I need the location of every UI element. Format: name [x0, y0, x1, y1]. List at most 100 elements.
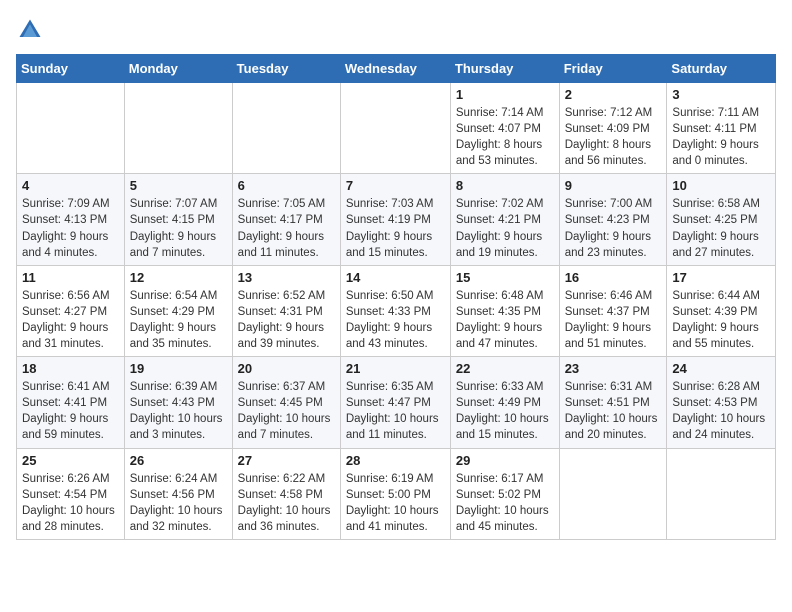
- day-number: 3: [672, 87, 770, 102]
- calendar-cell: 14Sunrise: 6:50 AM Sunset: 4:33 PM Dayli…: [340, 265, 450, 356]
- day-info: Sunrise: 6:31 AM Sunset: 4:51 PM Dayligh…: [565, 379, 662, 443]
- day-number: 29: [456, 453, 554, 468]
- day-info: Sunrise: 7:07 AM Sunset: 4:15 PM Dayligh…: [130, 196, 227, 260]
- calendar-cell: 15Sunrise: 6:48 AM Sunset: 4:35 PM Dayli…: [450, 265, 559, 356]
- calendar-cell: 22 Sunrise: 6:33 AM Sunset: 4:49 PM Dayli…: [450, 357, 559, 448]
- day-info: Sunrise: 6:26 AM Sunset: 4:54 PM Dayligh…: [22, 471, 119, 535]
- day-info: Sunrise: 6:19 AM Sunset: 5:00 PM Dayligh…: [346, 471, 445, 535]
- calendar-cell: 10Sunrise: 6:58 AM Sunset: 4:25 PM Dayli…: [667, 174, 776, 265]
- day-info: Sunrise: 6:46 AM Sunset: 4:37 PM Dayligh…: [565, 288, 662, 352]
- calendar-cell: 29 Sunrise: 6:17 AM Sunset: 5:02 PM Dayli…: [450, 448, 559, 539]
- day-number: 9: [565, 178, 662, 193]
- day-number: 24: [672, 361, 770, 376]
- day-number: 18: [22, 361, 119, 376]
- day-info: Sunrise: 6:48 AM Sunset: 4:35 PM Dayligh…: [456, 288, 554, 352]
- day-number: 2: [565, 87, 662, 102]
- calendar-cell: 5 Sunrise: 7:07 AM Sunset: 4:15 PM Daylig…: [124, 174, 232, 265]
- calendar-cell: 7 Sunrise: 7:03 AM Sunset: 4:19 PM Daylig…: [340, 174, 450, 265]
- day-info: Sunrise: 6:39 AM Sunset: 4:43 PM Dayligh…: [130, 379, 227, 443]
- calendar-cell: 13 Sunrise: 6:52 AM Sunset: 4:31 PM Dayli…: [232, 265, 340, 356]
- calendar-cell: 26 Sunrise: 6:24 AM Sunset: 4:56 PM Dayli…: [124, 448, 232, 539]
- day-number: 13: [238, 270, 335, 285]
- calendar-cell: 16 Sunrise: 6:46 AM Sunset: 4:37 PM Dayli…: [559, 265, 667, 356]
- calendar-cell: 20Sunrise: 6:37 AM Sunset: 4:45 PM Dayli…: [232, 357, 340, 448]
- calendar-cell: 9 Sunrise: 7:00 AM Sunset: 4:23 PM Daylig…: [559, 174, 667, 265]
- day-info: Sunrise: 7:11 AM Sunset: 4:11 PM Dayligh…: [672, 105, 770, 169]
- weekday-header-row: SundayMondayTuesdayWednesdayThursdayFrid…: [17, 55, 776, 83]
- day-number: 19: [130, 361, 227, 376]
- weekday-header-sunday: Sunday: [17, 55, 125, 83]
- day-info: Sunrise: 6:41 AM Sunset: 4:41 PM Dayligh…: [22, 379, 119, 443]
- weekday-header-tuesday: Tuesday: [232, 55, 340, 83]
- calendar-cell: 11Sunrise: 6:56 AM Sunset: 4:27 PM Dayli…: [17, 265, 125, 356]
- day-number: 6: [238, 178, 335, 193]
- day-number: 5: [130, 178, 227, 193]
- day-info: Sunrise: 7:02 AM Sunset: 4:21 PM Dayligh…: [456, 196, 554, 260]
- weekday-header-thursday: Thursday: [450, 55, 559, 83]
- day-number: 26: [130, 453, 227, 468]
- weekday-header-saturday: Saturday: [667, 55, 776, 83]
- calendar-week-1: 4 Sunrise: 7:09 AM Sunset: 4:13 PM Daylig…: [17, 174, 776, 265]
- day-number: 14: [346, 270, 445, 285]
- calendar-cell: 8 Sunrise: 7:02 AM Sunset: 4:21 PM Daylig…: [450, 174, 559, 265]
- day-info: Sunrise: 6:37 AM Sunset: 4:45 PM Dayligh…: [238, 379, 335, 443]
- day-info: Sunrise: 7:03 AM Sunset: 4:19 PM Dayligh…: [346, 196, 445, 260]
- calendar-cell: 1 Sunrise: 7:14 AM Sunset: 4:07 PM Daylig…: [450, 83, 559, 174]
- day-info: Sunrise: 7:14 AM Sunset: 4:07 PM Dayligh…: [456, 105, 554, 169]
- calendar-cell: 17 Sunrise: 6:44 AM Sunset: 4:39 PM Dayli…: [667, 265, 776, 356]
- logo: [16, 16, 48, 44]
- calendar-cell: 19 Sunrise: 6:39 AM Sunset: 4:43 PM Dayli…: [124, 357, 232, 448]
- calendar-cell: 3 Sunrise: 7:11 AM Sunset: 4:11 PM Daylig…: [667, 83, 776, 174]
- calendar-cell: [124, 83, 232, 174]
- calendar-week-4: 25 Sunrise: 6:26 AM Sunset: 4:54 PM Dayli…: [17, 448, 776, 539]
- calendar-cell: 28Sunrise: 6:19 AM Sunset: 5:00 PM Dayli…: [340, 448, 450, 539]
- calendar-cell: 27 Sunrise: 6:22 AM Sunset: 4:58 PM Dayli…: [232, 448, 340, 539]
- calendar-cell: [559, 448, 667, 539]
- day-info: Sunrise: 7:09 AM Sunset: 4:13 PM Dayligh…: [22, 196, 119, 260]
- calendar-cell: 25 Sunrise: 6:26 AM Sunset: 4:54 PM Dayli…: [17, 448, 125, 539]
- calendar-cell: 21Sunrise: 6:35 AM Sunset: 4:47 PM Dayli…: [340, 357, 450, 448]
- calendar-cell: 18 Sunrise: 6:41 AM Sunset: 4:41 PM Dayli…: [17, 357, 125, 448]
- calendar-cell: 6 Sunrise: 7:05 AM Sunset: 4:17 PM Daylig…: [232, 174, 340, 265]
- calendar-body: 1 Sunrise: 7:14 AM Sunset: 4:07 PM Daylig…: [17, 83, 776, 540]
- calendar-cell: 24Sunrise: 6:28 AM Sunset: 4:53 PM Dayli…: [667, 357, 776, 448]
- day-info: Sunrise: 6:22 AM Sunset: 4:58 PM Dayligh…: [238, 471, 335, 535]
- weekday-header-friday: Friday: [559, 55, 667, 83]
- calendar-cell: 12Sunrise: 6:54 AM Sunset: 4:29 PM Dayli…: [124, 265, 232, 356]
- day-number: 1: [456, 87, 554, 102]
- day-info: Sunrise: 6:54 AM Sunset: 4:29 PM Dayligh…: [130, 288, 227, 352]
- logo-icon: [16, 16, 44, 44]
- calendar-cell: 2Sunrise: 7:12 AM Sunset: 4:09 PM Daylig…: [559, 83, 667, 174]
- calendar-week-2: 11Sunrise: 6:56 AM Sunset: 4:27 PM Dayli…: [17, 265, 776, 356]
- calendar-table: SundayMondayTuesdayWednesdayThursdayFrid…: [16, 54, 776, 540]
- day-info: Sunrise: 6:17 AM Sunset: 5:02 PM Dayligh…: [456, 471, 554, 535]
- day-info: Sunrise: 6:52 AM Sunset: 4:31 PM Dayligh…: [238, 288, 335, 352]
- day-number: 22: [456, 361, 554, 376]
- day-info: Sunrise: 7:05 AM Sunset: 4:17 PM Dayligh…: [238, 196, 335, 260]
- day-number: 8: [456, 178, 554, 193]
- calendar-cell: 23 Sunrise: 6:31 AM Sunset: 4:51 PM Dayli…: [559, 357, 667, 448]
- day-number: 21: [346, 361, 445, 376]
- day-info: Sunrise: 7:00 AM Sunset: 4:23 PM Dayligh…: [565, 196, 662, 260]
- calendar-week-0: 1 Sunrise: 7:14 AM Sunset: 4:07 PM Daylig…: [17, 83, 776, 174]
- day-number: 11: [22, 270, 119, 285]
- calendar-cell: [17, 83, 125, 174]
- day-number: 25: [22, 453, 119, 468]
- day-info: Sunrise: 6:33 AM Sunset: 4:49 PM Dayligh…: [456, 379, 554, 443]
- day-info: Sunrise: 6:44 AM Sunset: 4:39 PM Dayligh…: [672, 288, 770, 352]
- day-number: 27: [238, 453, 335, 468]
- weekday-header-wednesday: Wednesday: [340, 55, 450, 83]
- day-number: 23: [565, 361, 662, 376]
- day-info: Sunrise: 6:24 AM Sunset: 4:56 PM Dayligh…: [130, 471, 227, 535]
- day-number: 7: [346, 178, 445, 193]
- day-number: 17: [672, 270, 770, 285]
- calendar-cell: [340, 83, 450, 174]
- day-number: 16: [565, 270, 662, 285]
- day-number: 4: [22, 178, 119, 193]
- weekday-header-monday: Monday: [124, 55, 232, 83]
- page-header: [16, 16, 776, 44]
- calendar-cell: [667, 448, 776, 539]
- day-number: 10: [672, 178, 770, 193]
- calendar-cell: [232, 83, 340, 174]
- calendar-cell: 4 Sunrise: 7:09 AM Sunset: 4:13 PM Daylig…: [17, 174, 125, 265]
